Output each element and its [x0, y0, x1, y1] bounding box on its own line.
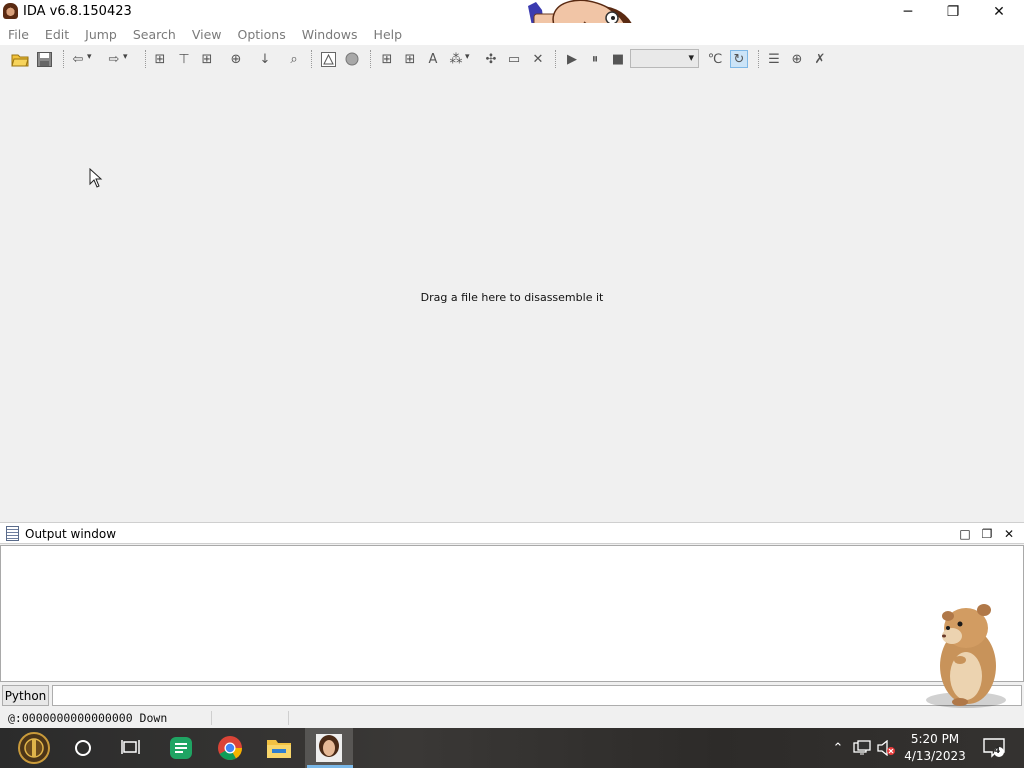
- output-window-icon: [6, 526, 19, 541]
- delete-breakpoint-icon[interactable]: ✗: [811, 50, 829, 68]
- clock-time: 5:20 PM: [910, 732, 960, 746]
- circle-icon[interactable]: [343, 50, 361, 68]
- code-icon[interactable]: ⊞: [151, 50, 169, 68]
- output-maximize-button[interactable]: □: [957, 526, 973, 542]
- notification-center-icon[interactable]: 4: [980, 728, 1008, 768]
- clock-date: 4/13/2023: [904, 749, 966, 763]
- menu-windows[interactable]: Windows: [302, 27, 358, 42]
- status-bar: @:0000000000000000 Down: [0, 708, 1024, 728]
- chrome-icon[interactable]: [214, 732, 246, 764]
- output-close-button[interactable]: ✕: [1001, 526, 1017, 542]
- command-line: Python: [0, 683, 1024, 708]
- back-icon[interactable]: ⇦: [69, 50, 92, 68]
- pause-icon[interactable]: ⏸: [586, 50, 604, 68]
- output-window-header: Output window □ ❐ ✕: [0, 522, 1024, 544]
- undefine-icon[interactable]: ✕: [529, 50, 547, 68]
- start-button-icon[interactable]: [18, 732, 50, 764]
- make-code-icon[interactable]: ⊞: [378, 50, 396, 68]
- network-icon[interactable]: [851, 728, 873, 768]
- save-icon[interactable]: [35, 50, 53, 68]
- maximize-button[interactable]: ❐: [930, 0, 976, 23]
- command-input[interactable]: [52, 685, 1022, 706]
- run-icon[interactable]: ▶: [563, 50, 581, 68]
- menu-options[interactable]: Options: [238, 27, 286, 42]
- volume-muted-icon[interactable]: [875, 728, 897, 768]
- hamster-mascot-icon[interactable]: [922, 602, 1012, 710]
- add-breakpoint-icon[interactable]: ⊕: [788, 50, 806, 68]
- menu-bar: File Edit Jump Search View Options Windo…: [0, 23, 1024, 45]
- ida-app-icon[interactable]: [3, 3, 18, 19]
- make-struct-icon[interactable]: ✣: [482, 50, 500, 68]
- unexplored-icon[interactable]: ⊞: [198, 50, 216, 68]
- make-string-icon[interactable]: A: [424, 50, 442, 68]
- output-restore-button[interactable]: ❐: [979, 526, 995, 542]
- task-view-icon[interactable]: [115, 732, 147, 764]
- messages-app-icon[interactable]: [165, 732, 197, 764]
- menu-help[interactable]: Help: [374, 27, 403, 42]
- status-address: @:0000000000000000 Down: [8, 711, 168, 725]
- data-icon[interactable]: ⊤: [175, 50, 193, 68]
- next-code-icon[interactable]: ↓: [256, 50, 274, 68]
- menu-edit[interactable]: Edit: [45, 27, 69, 42]
- close-button[interactable]: ✕: [976, 0, 1022, 23]
- menu-file[interactable]: File: [8, 27, 29, 42]
- disassembly-area[interactable]: Drag a file here to disassemble it: [0, 73, 1024, 522]
- menu-search[interactable]: Search: [133, 27, 176, 42]
- output-window-body[interactable]: [0, 545, 1024, 682]
- segments-icon[interactable]: ☰: [765, 50, 783, 68]
- menu-view[interactable]: View: [192, 27, 222, 42]
- taskbar-clock[interactable]: 5:20 PM 4/13/2023: [896, 731, 974, 765]
- output-window-title: Output window: [25, 527, 117, 541]
- stop-icon[interactable]: ■: [609, 50, 627, 68]
- mouse-cursor-icon: [89, 168, 103, 188]
- text-search-icon[interactable]: ⊕: [227, 50, 245, 68]
- open-file-icon[interactable]: [11, 50, 29, 68]
- ida-taskbar-icon[interactable]: [313, 732, 345, 764]
- cortana-icon[interactable]: [67, 732, 99, 764]
- window-title: IDA v6.8.150423: [23, 4, 132, 19]
- chevron-up-icon[interactable]: ⌃: [828, 728, 848, 768]
- make-data-icon[interactable]: ⊞: [401, 50, 419, 68]
- forward-icon[interactable]: ⇨: [105, 50, 128, 68]
- notification-count: 4: [994, 746, 1001, 756]
- toolbar: ⇦ ⇨ ⊞ ⊤ ⊞ ⊕ ↓ ⌕ ⊞ ⊞ A ⁂ ✣ ▭ ✕ ▶ ⏸ ■ ℃ ↻ …: [0, 45, 1024, 73]
- debugger-select[interactable]: [630, 49, 699, 68]
- immediate-search-icon[interactable]: ⌕: [285, 50, 303, 68]
- drag-hint-text: Drag a file here to disassemble it: [420, 291, 604, 304]
- make-array-icon[interactable]: ⁂: [447, 50, 470, 68]
- minimize-button[interactable]: ─: [885, 0, 931, 23]
- menu-jump[interactable]: Jump: [85, 27, 117, 42]
- rename-icon[interactable]: ▭: [505, 50, 523, 68]
- cli-language-button[interactable]: Python: [2, 685, 49, 706]
- file-explorer-icon[interactable]: [263, 732, 295, 764]
- graph-icon[interactable]: [319, 50, 337, 68]
- title-bar: IDA v6.8.150423 ─ ❐ ✕: [0, 0, 1024, 23]
- refresh-icon[interactable]: ↻: [730, 50, 748, 68]
- decompile-icon[interactable]: ℃: [706, 50, 724, 68]
